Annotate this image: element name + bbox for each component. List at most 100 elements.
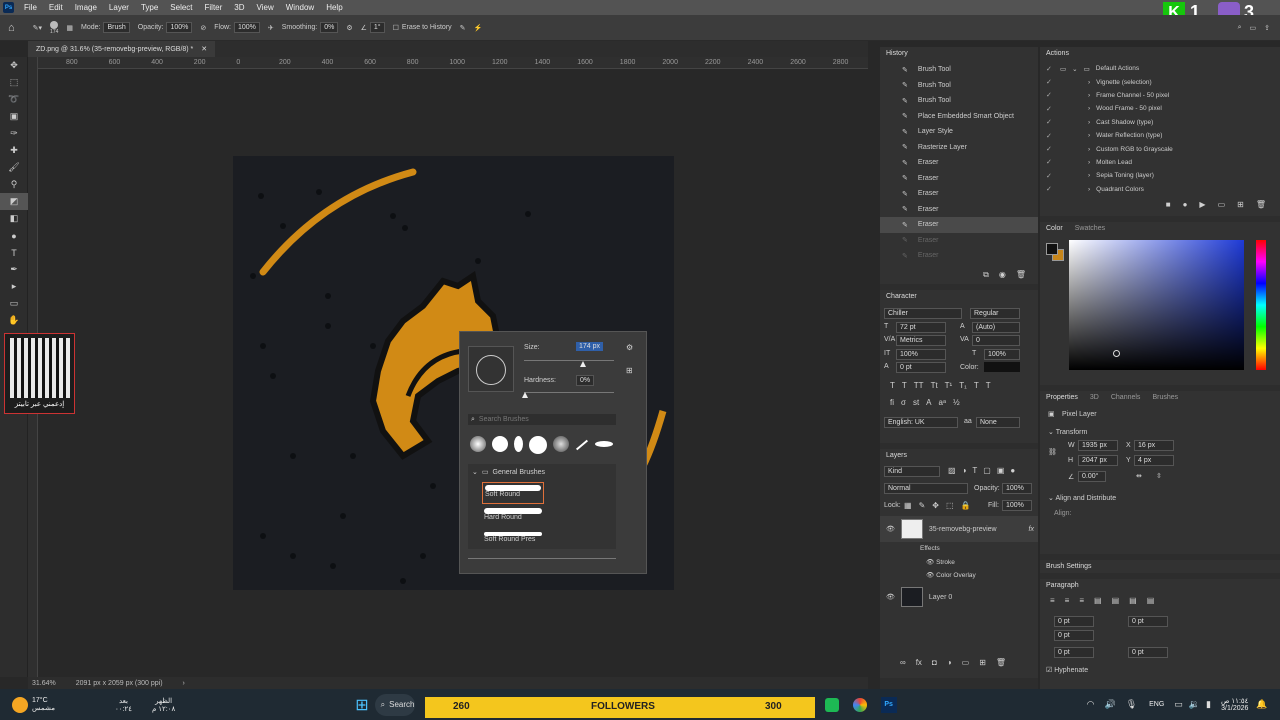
brush-panel-icon[interactable]: ▦ (66, 24, 73, 32)
action-item[interactable]: ✓ › Sepia Toning (layer) (1040, 169, 1280, 182)
font-size-field[interactable]: 72 pt (896, 322, 946, 333)
lock-all-icon[interactable]: 🔒 (961, 501, 971, 510)
menu-layer[interactable]: Layer (103, 3, 135, 12)
justify-all-icon[interactable]: ▤ (1147, 596, 1155, 605)
weather-icon[interactable] (12, 696, 28, 713)
layer-kind-filter[interactable]: Kind (884, 466, 940, 477)
eye-icon[interactable]: 👁 (886, 593, 895, 601)
justify-left-icon[interactable]: ▤ (1094, 596, 1102, 605)
lock-move-icon[interactable]: ✥ (932, 501, 939, 510)
lock-paint-icon[interactable]: ✎ (919, 501, 926, 510)
new-preset-icon[interactable]: ⊞ (626, 366, 633, 375)
filter-smart-icon[interactable]: ▣ (997, 466, 1005, 475)
menu-view[interactable]: View (251, 3, 280, 12)
play-icon[interactable]: ▶ (1199, 200, 1205, 216)
move-tool-icon[interactable]: ✥ (0, 57, 28, 74)
layers-title[interactable]: Layers (880, 449, 1038, 462)
tab-3d[interactable]: 3D (1090, 394, 1099, 401)
brush-settings-title[interactable]: Brush Settings (1040, 560, 1280, 573)
menu-window[interactable]: Window (280, 3, 320, 12)
stop-icon[interactable]: ■ (1166, 200, 1171, 216)
layer-row-removebg[interactable]: 👁 35-removebg-preview fx (880, 516, 1038, 542)
chevron-right-icon[interactable]: › (1088, 159, 1090, 166)
menu-type[interactable]: Type (135, 3, 164, 12)
width-field[interactable]: 1935 px (1078, 440, 1118, 451)
volume-icon[interactable]: 🔊 (1104, 699, 1115, 710)
height-field[interactable]: 2047 px (1078, 455, 1118, 466)
actions-title[interactable]: Actions (1040, 47, 1280, 60)
strikethrough-icon[interactable]: T (986, 381, 991, 390)
search-icon[interactable]: ⌕ (1238, 24, 1242, 32)
general-brushes-folder[interactable]: ⌄ ▭ General Brushes (468, 464, 616, 480)
tracking-field[interactable]: 0 (972, 335, 1020, 346)
text-color-swatch[interactable] (984, 362, 1020, 372)
check-icon[interactable]: ✓ (1046, 185, 1054, 193)
align-right-icon[interactable]: ≡ (1079, 596, 1084, 605)
stylistic-icon[interactable]: st (913, 398, 919, 407)
history-item[interactable]: ✎ Layer Style (880, 124, 1038, 140)
close-tab-icon[interactable]: ✕ (201, 45, 207, 53)
tab-swatches[interactable]: Swatches (1075, 225, 1105, 232)
tab-brushes[interactable]: Brushes (1152, 394, 1178, 401)
kerning-field[interactable]: Metrics (896, 335, 946, 346)
history-item[interactable]: ✎ Place Embedded Smart Object (880, 109, 1038, 125)
indent-right-field[interactable]: 0 pt (1128, 616, 1168, 627)
x-field[interactable]: 16 px (1134, 440, 1174, 451)
battery-icon[interactable]: ▮ (1206, 699, 1211, 710)
menu-help[interactable]: Help (320, 3, 348, 12)
align-center-icon[interactable]: ≡ (1065, 596, 1070, 605)
brush-preset[interactable]: 174 (50, 20, 58, 35)
history-item[interactable]: ✎ Brush Tool (880, 62, 1038, 78)
record-icon[interactable]: ● (1183, 200, 1188, 216)
size-slider[interactable] (524, 360, 614, 361)
layer-name[interactable]: 35-removebg-preview (929, 526, 997, 533)
delete-layer-icon[interactable]: 🗑 (996, 658, 1006, 667)
check-icon[interactable]: ✓ (1046, 105, 1054, 113)
history-item[interactable]: ✎ Eraser (880, 233, 1038, 249)
speaker-icon[interactable]: 🔉 (1189, 699, 1200, 710)
language-select[interactable]: English: UK (884, 417, 958, 428)
effects-row[interactable]: Effects (920, 545, 940, 552)
eraser-tool-icon[interactable]: ◩ (0, 193, 28, 210)
titling-icon[interactable]: A (926, 398, 931, 407)
gear-icon[interactable]: ⚙ (346, 24, 352, 32)
tab-properties[interactable]: Properties (1046, 394, 1078, 401)
healing-tool-icon[interactable]: ✚ (0, 142, 28, 159)
new-document-icon[interactable]: ⧉ (983, 270, 989, 284)
history-item[interactable]: ✎ Eraser (880, 171, 1038, 187)
space-before-field[interactable]: 0 pt (1054, 647, 1094, 658)
brush-tip-preview[interactable] (468, 346, 514, 392)
menu-filter[interactable]: Filter (199, 3, 229, 12)
space-after-field[interactable]: 0 pt (1128, 647, 1168, 658)
hand-tool-icon[interactable]: ✋ (0, 312, 28, 329)
status-expand-icon[interactable]: › (183, 680, 185, 687)
action-item[interactable]: ✓ › Quadrant Colors (1040, 183, 1280, 196)
menu-select[interactable]: Select (164, 3, 198, 12)
link-dimensions-icon[interactable]: ⛓ (1048, 448, 1057, 456)
chevron-right-icon[interactable]: › (1088, 172, 1090, 179)
color-field[interactable] (1069, 240, 1244, 370)
chevron-right-icon[interactable]: › (1088, 132, 1090, 139)
trash-icon[interactable]: 🗑 (1016, 270, 1026, 284)
network-icon[interactable]: ▭ (1174, 699, 1183, 710)
windows-start-icon[interactable]: ⊞ (355, 695, 368, 715)
new-layer-icon[interactable]: ⊞ (979, 658, 986, 667)
indent-left-field[interactable]: 0 pt (1054, 616, 1094, 627)
document-tab[interactable]: ZD.png @ 31.6% (35-removebg-preview, RGB… (28, 41, 216, 57)
angle-field[interactable]: 1° (369, 22, 385, 33)
antialias-select[interactable]: None (976, 417, 1020, 428)
wifi-icon[interactable]: ◠ (1087, 699, 1095, 710)
mask-icon[interactable]: ◘ (932, 658, 937, 667)
check-icon[interactable]: ✓ (1046, 172, 1054, 180)
flip-horizontal-icon[interactable]: ⇹ (1136, 472, 1142, 480)
history-item[interactable]: ✎ Eraser (880, 248, 1038, 264)
stamp-tool-icon[interactable]: ⚲ (0, 176, 28, 193)
object-select-tool-icon[interactable]: ▣ (0, 108, 28, 125)
align-distribute-header[interactable]: ⌄ Align and Distribute (1048, 494, 1116, 502)
color-picker-cursor[interactable] (1113, 350, 1120, 357)
ligature-icon[interactable]: fi (890, 398, 894, 407)
filter-adjust-icon[interactable]: ◑ (962, 466, 967, 475)
action-item[interactable]: ✓ › Frame Channel - 50 pixel (1040, 89, 1280, 102)
airbrush-icon[interactable]: ✈ (268, 24, 274, 32)
fill-field[interactable]: 100% (1002, 500, 1032, 511)
